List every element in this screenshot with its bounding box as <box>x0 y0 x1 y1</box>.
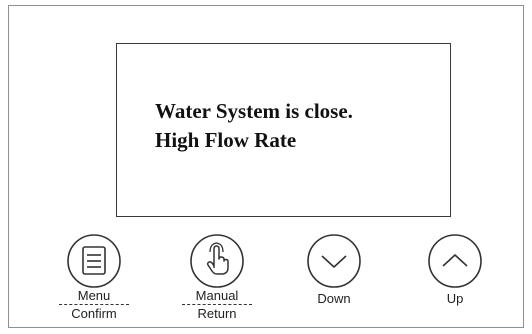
menu-label: Menu <box>77 288 111 303</box>
up-button[interactable]: Up <box>420 232 490 324</box>
label-divider <box>182 304 252 305</box>
down-label: Down <box>317 291 351 306</box>
down-button[interactable]: Down <box>299 232 369 324</box>
lcd-display: Water System is close. High Flow Rate <box>116 43 451 217</box>
label-divider <box>59 304 129 305</box>
display-message-line-1: Water System is close. <box>155 99 353 123</box>
hand-pointer-icon <box>188 232 246 290</box>
up-label: Up <box>446 291 464 306</box>
menu-confirm-button[interactable]: Menu Confirm <box>59 232 129 324</box>
display-message-line-2: High Flow Rate <box>155 128 297 152</box>
menu-list-icon <box>65 232 123 290</box>
return-label: Return <box>197 306 237 321</box>
confirm-label: Confirm <box>71 306 117 321</box>
manual-return-button[interactable]: Manual Return <box>182 232 252 324</box>
chevron-down-icon <box>305 232 363 290</box>
manual-label: Manual <box>195 288 239 303</box>
chevron-up-icon <box>426 232 484 290</box>
